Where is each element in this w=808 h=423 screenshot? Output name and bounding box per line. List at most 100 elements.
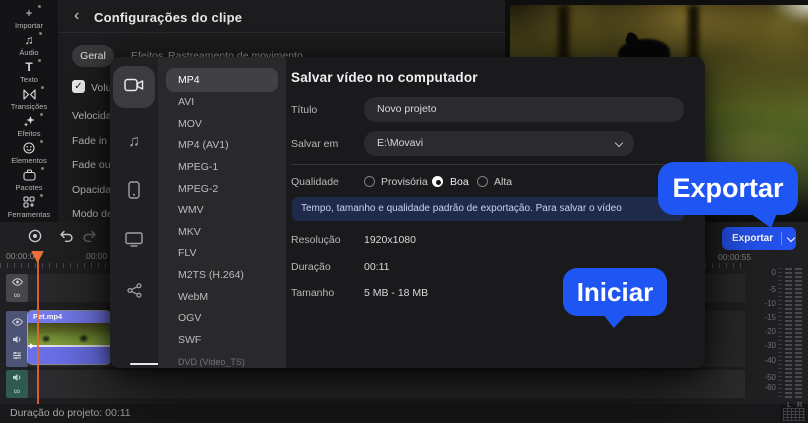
setting-label-fade-out: Fade out: [72, 159, 113, 171]
link-icon[interactable]: ∞: [12, 289, 23, 300]
sidebar-item-transicoes[interactable]: Transições: [1, 86, 57, 112]
dialog-divider: [291, 164, 683, 165]
ruler-ticks[interactable]: [705, 263, 745, 268]
radio-label-alta[interactable]: Alta: [494, 176, 512, 188]
format-row-dvd[interactable]: DVD (Video_TS): [166, 350, 278, 368]
category-tv[interactable]: [110, 232, 158, 247]
status-bar: Duração do projeto: 00:11: [0, 404, 780, 423]
format-row-wmv[interactable]: WMV: [166, 198, 278, 222]
speaker-icon[interactable]: [12, 334, 23, 345]
meter-label: -60: [764, 383, 776, 392]
clip-name: Pet.mp4: [28, 311, 110, 323]
back-chevron-icon[interactable]: ‹: [74, 7, 79, 25]
format-row-m2ts[interactable]: M2TS (H.264): [166, 263, 278, 287]
format-row-mp4[interactable]: MP4: [166, 68, 278, 92]
category-share[interactable]: [110, 283, 158, 298]
sidebar-item-texto[interactable]: T Texto: [1, 59, 57, 85]
radio-alta[interactable]: [477, 176, 488, 187]
export-callout: Exportar: [658, 162, 798, 215]
speaker-icon[interactable]: [12, 372, 23, 383]
meter-label: -40: [764, 356, 776, 365]
chevron-down-icon[interactable]: [787, 233, 795, 241]
track3-header[interactable]: ∞: [6, 370, 28, 398]
format-row-avi[interactable]: AVI: [166, 90, 278, 114]
radio-label-provisoria[interactable]: Provisória: [381, 176, 428, 188]
meter-label: -20: [764, 327, 776, 336]
new-badge-dot: [41, 86, 44, 89]
category-video[interactable]: [113, 66, 155, 108]
sidebar-item-label: Pacotes: [15, 183, 42, 192]
redo-icon[interactable]: [82, 229, 97, 248]
panel-title: Configurações do clipe: [94, 10, 242, 25]
new-badge-dot: [41, 167, 44, 170]
eye-icon[interactable]: [12, 276, 23, 287]
transitions-icon: [23, 87, 36, 101]
meter-label: -10: [764, 299, 776, 308]
undo-icon[interactable]: [59, 229, 74, 248]
button-divider: [781, 232, 782, 245]
title-input[interactable]: Novo projeto: [364, 97, 684, 122]
sidebar-item-elementos[interactable]: Elementos: [1, 140, 57, 166]
meter-label: -5: [769, 285, 776, 294]
radio-provisoria[interactable]: [364, 176, 375, 187]
category-audio[interactable]: ♫: [110, 133, 158, 151]
info-banner: Tempo, tamanho e qualidade padrão de exp…: [292, 197, 684, 221]
ruler-ticks[interactable]: [0, 263, 110, 268]
new-badge-dot: [38, 59, 41, 62]
sidebar-item-label: Elementos: [11, 156, 46, 165]
format-row-mpeg1[interactable]: MPEG-1: [166, 155, 278, 179]
format-list: MP4 AVI MOV MP4 (AV1) MPEG-1 MPEG-2 WMV …: [158, 57, 286, 368]
meter-tick-ruler: [778, 268, 782, 398]
new-badge-dot: [40, 113, 43, 116]
record-icon[interactable]: [28, 229, 42, 248]
project-duration-text: Duração do projeto: 00:11: [10, 407, 131, 419]
meter-label: 0: [772, 268, 776, 277]
format-row-swf[interactable]: SWF: [166, 328, 278, 352]
new-badge-dot: [40, 140, 43, 143]
duration-value: 00:11: [364, 261, 390, 273]
audio-levels-icon[interactable]: [12, 350, 23, 361]
tab-geral[interactable]: Geral: [72, 45, 114, 67]
save-path-select[interactable]: E:\Movavi: [364, 131, 634, 156]
clip-audio-strip[interactable]: [28, 347, 110, 364]
sparkle-icon: [23, 114, 35, 128]
collapse-arrow-icon[interactable]: [30, 343, 34, 349]
playhead-line[interactable]: [37, 252, 39, 404]
radio-boa-selected[interactable]: [432, 176, 443, 187]
format-row-flv[interactable]: FLV: [166, 241, 278, 265]
duration-label: Duração: [291, 261, 331, 273]
sidebar-item-label: Ferramentas: [8, 210, 51, 219]
volume-checkbox[interactable]: ✓: [72, 80, 85, 93]
eye-icon[interactable]: [12, 317, 23, 328]
smiley-icon: [23, 141, 35, 155]
audio-meter: 0 -5 -10 -15 -20 -30 -40 -50 -60 L R: [745, 252, 808, 404]
export-button-label: Exportar: [732, 233, 773, 244]
sidebar-item-ferramentas[interactable]: Ferramentas: [1, 194, 57, 220]
resolution-value: 1920x1080: [364, 234, 416, 246]
timeline-clip[interactable]: Pet.mp4: [28, 311, 110, 364]
sidebar: + Importar ♫ Áudio T Texto Transições Ef…: [0, 0, 58, 222]
new-badge-dot: [38, 5, 41, 8]
dialog-content: Salvar vídeo no computador Título Novo p…: [286, 57, 705, 368]
zoom-scale-widget[interactable]: [783, 408, 805, 421]
sidebar-item-importar[interactable]: + Importar: [1, 5, 57, 31]
format-row-mp4av1[interactable]: MP4 (AV1): [166, 133, 278, 157]
radio-label-boa[interactable]: Boa: [450, 176, 469, 188]
sidebar-item-label: Transições: [11, 102, 47, 111]
meter-label: -15: [764, 313, 776, 322]
sidebar-item-efeitos[interactable]: Efeitos: [1, 113, 57, 139]
sidebar-item-audio[interactable]: ♫ Áudio: [1, 32, 57, 58]
export-callout-label: Exportar: [672, 173, 783, 204]
track3-lane[interactable]: [28, 370, 745, 398]
track1-header[interactable]: ∞: [6, 274, 28, 302]
category-device[interactable]: [110, 181, 158, 199]
new-badge-dot: [40, 194, 43, 197]
track2-header[interactable]: [6, 311, 28, 367]
link-icon[interactable]: ∞: [12, 385, 23, 396]
export-button[interactable]: Exportar: [722, 227, 796, 250]
sidebar-item-pacotes[interactable]: Pacotes: [1, 167, 57, 193]
app-window: + Importar ♫ Áudio T Texto Transições Ef…: [0, 0, 808, 423]
save-path-label: Salvar em: [291, 138, 338, 150]
start-callout: Iniciar: [563, 268, 667, 316]
format-row-ogv[interactable]: OGV: [166, 306, 278, 330]
